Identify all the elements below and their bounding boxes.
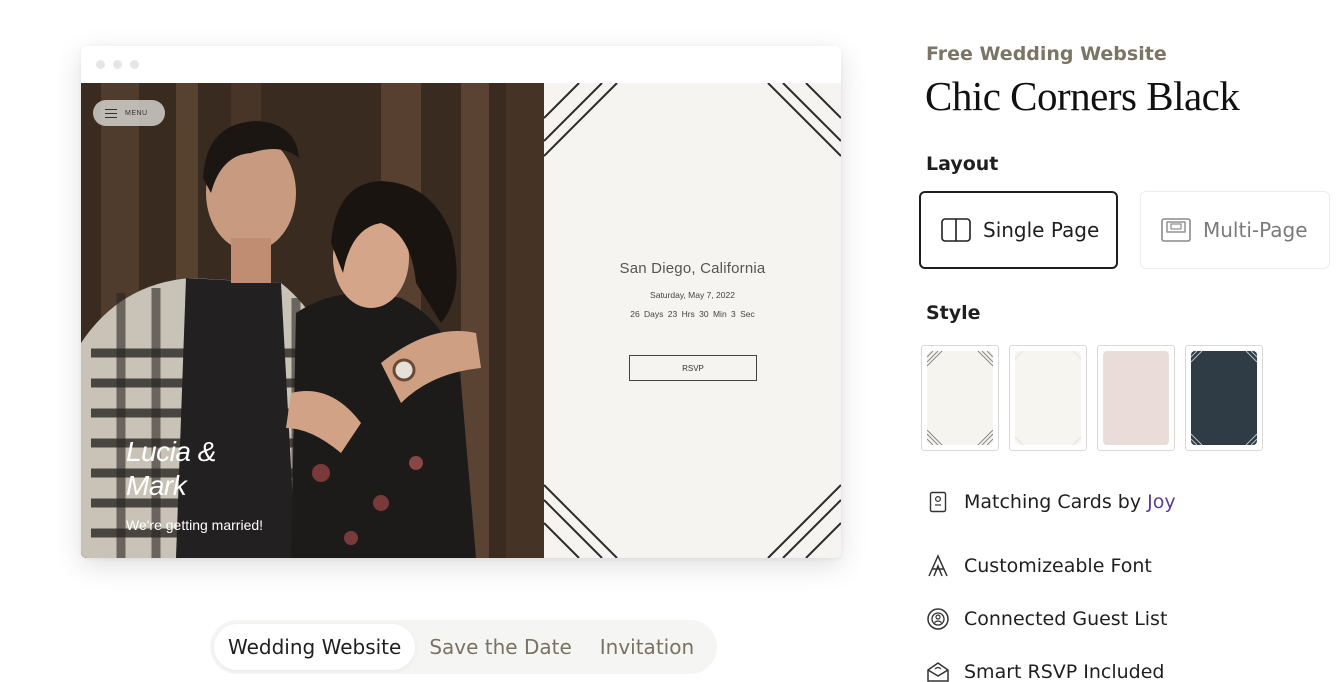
couple-name-line: Mark: [126, 470, 187, 501]
corner-lines-icon: [927, 351, 993, 445]
window-dot-icon: [96, 60, 105, 69]
website-preview: MENU Lucia & Mark We're getting married!…: [81, 46, 841, 558]
joy-link[interactable]: Joy: [1147, 491, 1175, 513]
tab-invitation[interactable]: Invitation: [586, 624, 708, 670]
browser-chrome-bar: [81, 46, 841, 83]
design-title: Chic Corners Black: [925, 73, 1240, 119]
feature-label: Connected Guest List: [964, 608, 1168, 630]
style-swatch-slate[interactable]: [1185, 345, 1263, 451]
menu-label: MENU: [125, 109, 148, 117]
guest-list-icon: [926, 607, 950, 631]
couple-names: Lucia & Mark: [126, 435, 296, 503]
couple-name-line: Lucia &: [126, 436, 216, 467]
corner-lines-icon: [1191, 351, 1257, 445]
rsvp-button[interactable]: RSVP: [629, 355, 757, 381]
window-dot-icon: [113, 60, 122, 69]
tab-wedding-website[interactable]: Wedding Website: [214, 624, 416, 670]
preview-type-tabs: Wedding Website Save the Date Invitation: [210, 620, 717, 674]
layout-option-label: Multi-Page: [1203, 218, 1308, 242]
feature-smart-rsvp: Smart RSVP Included: [926, 658, 1165, 682]
event-location: San Diego, California: [619, 260, 766, 277]
menu-button[interactable]: MENU: [93, 100, 165, 126]
style-heading: Style: [926, 302, 981, 324]
layout-heading: Layout: [926, 153, 999, 175]
window-dot-icon: [130, 60, 139, 69]
layout-option-single-page[interactable]: Single Page: [919, 191, 1118, 269]
feature-label: Matching Cards by: [964, 491, 1148, 513]
countdown-timer: 26 Days 23 Hrs 30 Min 3 Sec: [630, 309, 755, 319]
feature-custom-font: Customizeable Font: [926, 552, 1152, 580]
feature-matching-cards: Matching Cards by Joy: [926, 488, 1176, 516]
card-icon: [926, 490, 950, 514]
event-date: Saturday, May 7, 2022: [650, 290, 735, 300]
corner-lines-icon: [1015, 351, 1081, 445]
style-swatch-ivory-plain[interactable]: [1009, 345, 1087, 451]
feature-label: Smart RSVP Included: [964, 661, 1165, 682]
corner-lines-decoration: [544, 83, 841, 558]
envelope-icon: [926, 660, 950, 682]
feature-label: Customizeable Font: [964, 555, 1152, 577]
hamburger-icon: [105, 108, 117, 118]
event-info-panel: San Diego, California Saturday, May 7, 2…: [544, 83, 841, 558]
single-page-icon: [941, 218, 971, 242]
style-swatch-blush[interactable]: [1097, 345, 1175, 451]
multi-page-icon: [1161, 218, 1191, 242]
style-swatch-ivory-corners[interactable]: [921, 345, 999, 451]
couple-photo: MENU Lucia & Mark We're getting married!: [81, 83, 544, 558]
font-icon: [926, 554, 950, 578]
feature-guest-list: Connected Guest List: [926, 605, 1167, 633]
layout-option-label: Single Page: [983, 218, 1100, 242]
tagline: We're getting married!: [126, 517, 264, 533]
layout-option-multi-page[interactable]: Multi-Page: [1140, 191, 1330, 269]
product-eyebrow: Free Wedding Website: [926, 43, 1167, 65]
tab-save-the-date[interactable]: Save the Date: [415, 624, 585, 670]
